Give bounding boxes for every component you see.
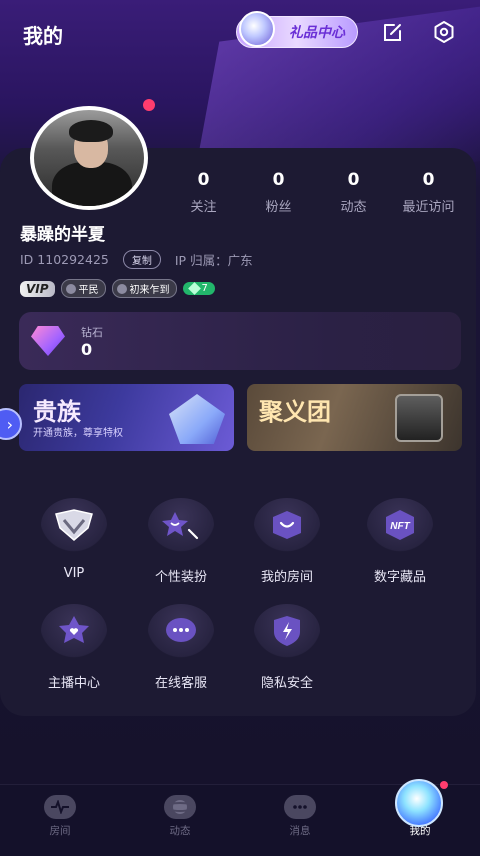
notification-dot: [440, 781, 448, 789]
nft-icon: NFT: [367, 498, 433, 552]
tab-feed[interactable]: 动态: [120, 795, 240, 838]
newbie-icon: [116, 283, 127, 294]
decoration-dot: [143, 99, 155, 111]
diamond-label: 钻石: [81, 326, 103, 339]
tab-room[interactable]: 房间: [0, 795, 120, 838]
menu-decoration[interactable]: 个性装扮: [129, 498, 233, 585]
tab-label: 消息: [289, 825, 311, 837]
planet-icon: [164, 795, 196, 819]
message-icon: [284, 795, 316, 819]
menu-label: 我的房间: [260, 570, 313, 585]
group-banner[interactable]: 聚义团: [247, 384, 462, 451]
stat-recent-visits[interactable]: 0 最近访问: [391, 170, 466, 215]
stat-label: 粉丝: [265, 200, 292, 215]
noble-title: 贵族: [33, 398, 81, 426]
noble-banner[interactable]: 贵族 开通贵族，尊享特权: [19, 384, 234, 451]
star-heart-icon: [41, 604, 107, 658]
menu-vip[interactable]: VIP: [22, 498, 126, 581]
profile-orb-icon: [395, 779, 443, 827]
gift-center-label: 礼品中心: [289, 25, 345, 41]
stat-number: 0: [272, 170, 285, 190]
avatar-body: [52, 162, 132, 206]
avatar[interactable]: [30, 106, 148, 210]
noble-subtitle: 开通贵族，尊享特权: [33, 428, 123, 439]
bottom-tab-bar: 房间 动态 消息 我的: [0, 779, 480, 856]
stat-fans[interactable]: 0 粉丝: [241, 170, 316, 215]
vip-shield-icon: [41, 498, 107, 552]
svg-text:NFT: NFT: [390, 521, 410, 532]
avatar-hair: [69, 120, 113, 142]
group-title: 聚义团: [259, 398, 331, 426]
settings-gear-icon[interactable]: [432, 20, 456, 44]
newbie-label: 初来乍到: [129, 285, 170, 296]
noble-crest-icon: [169, 394, 225, 444]
stat-number: 0: [347, 170, 360, 190]
smile-room-icon: [254, 498, 320, 552]
level-badge[interactable]: 7: [182, 282, 215, 295]
group-emblem-icon: [395, 394, 443, 442]
gift-center-button[interactable]: 礼品中心: [236, 11, 358, 48]
stat-posts[interactable]: 0 动态: [316, 170, 391, 215]
newbie-badge[interactable]: 初来乍到: [111, 279, 177, 298]
star-magic-wand-icon: [148, 498, 214, 552]
stat-following[interactable]: 0 关注: [166, 170, 241, 215]
ip-location: IP 归属：广东: [174, 253, 253, 268]
menu-label: VIP: [63, 566, 85, 581]
menu-label: 个性装扮: [154, 570, 207, 585]
tab-mine-icon-wrap: [360, 779, 480, 827]
diamond-value: 0: [81, 340, 93, 359]
stat-number: 0: [197, 170, 210, 190]
menu-label: 在线客服: [154, 676, 207, 691]
stats-row: 0 关注 0 粉丝 0 动态 0 最近访问: [166, 170, 466, 215]
diamond-icon: [31, 326, 65, 356]
diamond-wallet[interactable]: 钻石 0: [19, 312, 461, 370]
rank-badge[interactable]: 平民: [60, 279, 106, 298]
username: 暴躁的半夏: [20, 225, 105, 245]
lightning-shield-icon: [254, 604, 320, 658]
rank-label: 平民: [78, 285, 99, 296]
edit-icon[interactable]: [381, 20, 405, 44]
page-title: 我的: [23, 24, 63, 48]
vip-badge[interactable]: VIP: [20, 280, 55, 297]
copy-id-button[interactable]: 复制: [122, 250, 161, 269]
level-value: 7: [201, 283, 208, 294]
tab-messages[interactable]: 消息: [240, 795, 360, 838]
menu-label: 数字藏品: [373, 570, 426, 585]
diamond-level-icon: [187, 282, 201, 295]
stat-number: 0: [422, 170, 435, 190]
menu-nft[interactable]: NFT 数字藏品: [348, 498, 452, 585]
menu-privacy-security[interactable]: 隐私安全: [235, 604, 339, 691]
astronaut-icon: [239, 11, 275, 47]
chat-bubble-icon: [148, 604, 214, 658]
menu-streamer-center[interactable]: 主播中心: [22, 604, 126, 691]
stat-label: 最近访问: [402, 200, 455, 215]
menu-my-room[interactable]: 我的房间: [235, 498, 339, 585]
stat-label: 关注: [190, 200, 217, 215]
stat-label: 动态: [340, 200, 367, 215]
menu-label: 隐私安全: [260, 676, 313, 691]
rank-icon: [65, 283, 76, 294]
menu-customer-service[interactable]: 在线客服: [129, 604, 233, 691]
id-line: ID 110292425 复制 IP 归属：广东: [20, 250, 253, 269]
tab-label: 动态: [169, 825, 191, 837]
tab-mine[interactable]: 我的: [360, 779, 480, 838]
menu-label: 主播中心: [47, 676, 100, 691]
tab-label: 房间: [49, 825, 71, 837]
pulse-icon: [44, 795, 76, 819]
user-id: ID 110292425: [20, 252, 109, 267]
badge-row: VIP 平民 初来乍到 7: [20, 279, 215, 298]
